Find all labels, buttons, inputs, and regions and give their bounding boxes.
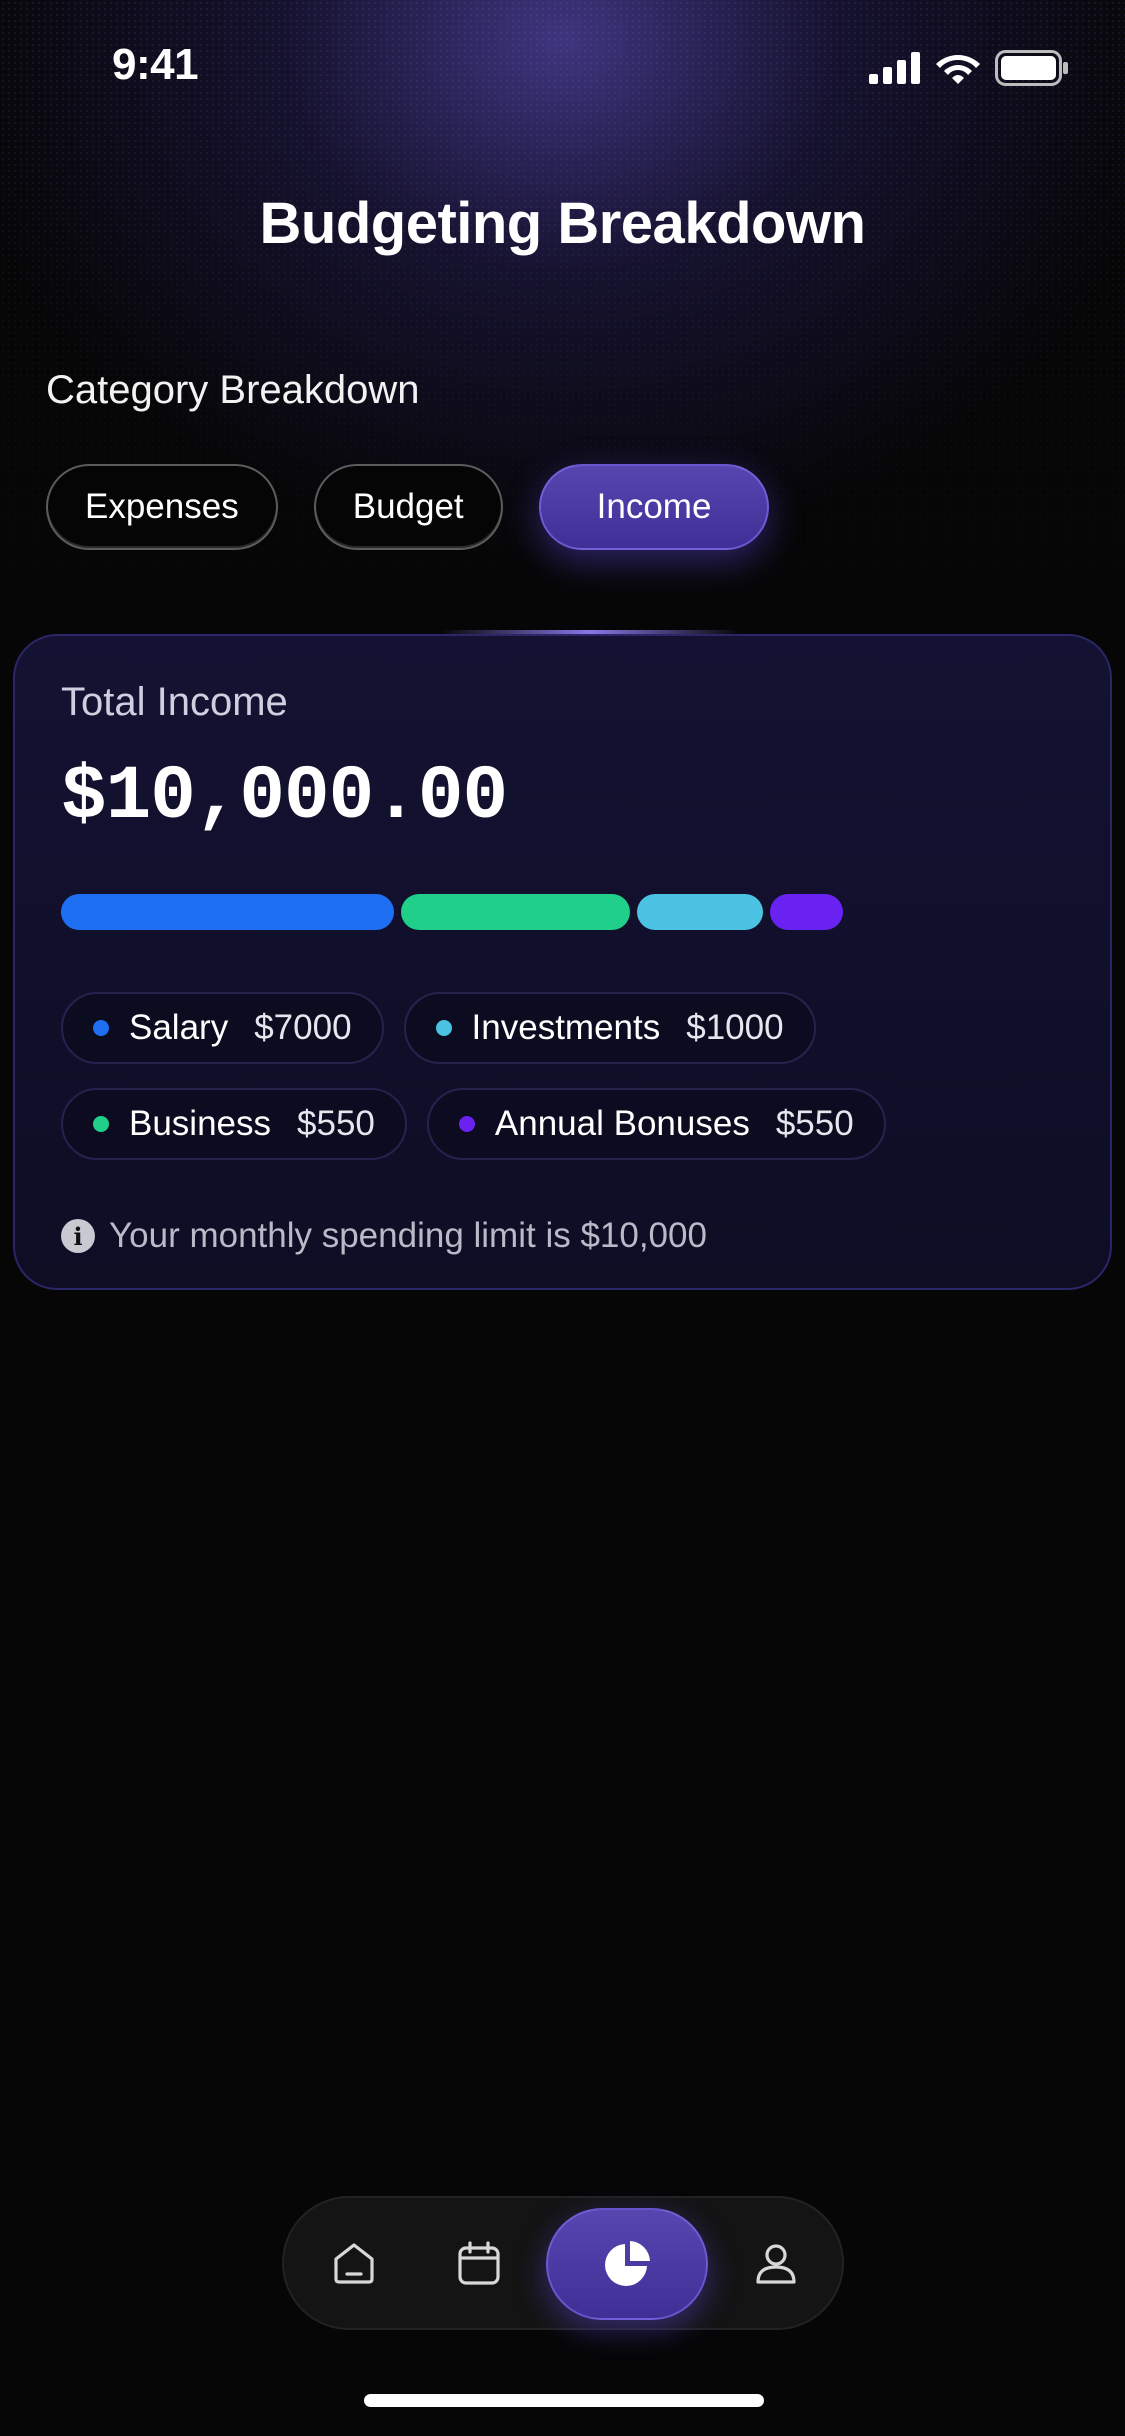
income-card: Total Income $10,000.00 Salary $7000 Inv… xyxy=(13,634,1112,1290)
category-tabs: Expenses Budget Income xyxy=(46,464,770,550)
business-dot xyxy=(93,1116,109,1132)
legend-value: $550 xyxy=(775,1104,854,1143)
legend-name: Annual Bonuses xyxy=(494,1104,750,1143)
card-label: Total Income xyxy=(61,680,288,724)
status-time: 9:41 xyxy=(112,40,199,89)
cellular-signal-icon xyxy=(869,52,920,84)
legend-chip-salary[interactable]: Salary $7000 xyxy=(61,992,384,1064)
spending-limit-text: Your monthly spending limit is $10,000 xyxy=(109,1216,707,1255)
calendar-icon xyxy=(458,2241,500,2285)
income-breakdown-bar xyxy=(61,894,843,930)
bar-segment-salary xyxy=(61,894,394,930)
battery-icon xyxy=(995,50,1068,86)
pie-chart-icon xyxy=(605,2241,650,2286)
legend-name: Business xyxy=(129,1104,272,1143)
legend-value: $1000 xyxy=(686,1008,784,1047)
bar-segment-investments xyxy=(637,894,763,930)
annual-bonuses-dot xyxy=(458,1116,475,1132)
investments-dot xyxy=(435,1020,452,1036)
info-icon: i xyxy=(61,1219,95,1253)
legend-name: Salary xyxy=(129,1008,229,1047)
tab-income[interactable]: Income xyxy=(538,464,770,550)
home-icon xyxy=(334,2243,374,2284)
legend-value: $550 xyxy=(297,1104,375,1143)
bar-segment-annual-bonuses xyxy=(770,894,843,930)
tab-expenses[interactable]: Expenses xyxy=(46,464,278,550)
breakdown-legend: Salary $7000 Investments $1000 Business … xyxy=(61,992,1081,1184)
nav-home[interactable] xyxy=(304,2198,404,2328)
home-indicator xyxy=(364,2394,764,2407)
bar-segment-business xyxy=(401,894,630,930)
wifi-icon xyxy=(936,55,980,84)
legend-chip-annual-bonuses[interactable]: Annual Bonuses $550 xyxy=(426,1088,886,1160)
total-amount: $10,000.00 xyxy=(61,754,508,840)
legend-chip-business[interactable]: Business $550 xyxy=(61,1088,407,1160)
spending-limit-note: i Your monthly spending limit is $10,000 xyxy=(61,1216,707,1256)
page-title: Budgeting Breakdown xyxy=(259,191,866,256)
legend-value: $7000 xyxy=(254,1008,352,1047)
bottom-tab-bar xyxy=(282,2196,844,2330)
app-screen: 9:41 Budgeting Breakdown Category Breakd… xyxy=(0,0,1125,2436)
status-icons xyxy=(869,50,1069,86)
legend-chip-investments[interactable]: Investments $1000 xyxy=(403,992,816,1064)
tab-budget[interactable]: Budget xyxy=(313,464,503,550)
profile-icon xyxy=(756,2244,796,2284)
nav-calendar[interactable] xyxy=(429,2198,529,2328)
legend-name: Investments xyxy=(471,1008,661,1047)
salary-dot xyxy=(93,1020,109,1036)
nav-breakdown[interactable] xyxy=(546,2208,708,2320)
nav-profile[interactable] xyxy=(726,2198,826,2328)
section-title: Category Breakdown xyxy=(46,368,420,412)
